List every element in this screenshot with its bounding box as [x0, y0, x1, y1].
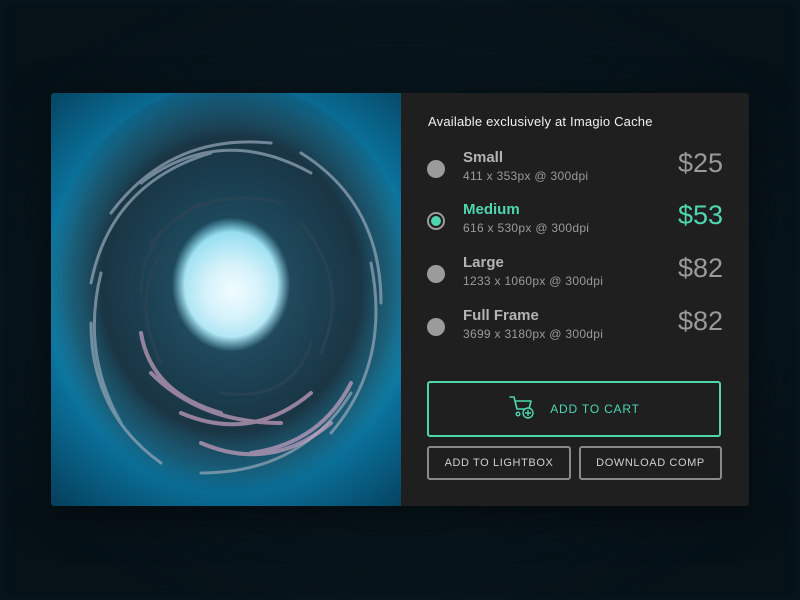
- availability-text: Available exclusively at Imagio Cache: [428, 114, 653, 129]
- option-price: $82: [677, 306, 723, 336]
- radio-button-selected[interactable]: [427, 212, 445, 230]
- size-option-large[interactable]: Large 1233 x 1060px @ 300dpi $82: [401, 253, 749, 297]
- product-card: Available exclusively at Imagio Cache Sm…: [51, 93, 749, 506]
- radio-button[interactable]: [427, 265, 445, 283]
- option-dimensions: 616 x 530px @ 300dpi: [463, 221, 590, 235]
- option-price: $53: [677, 200, 723, 230]
- purchase-panel: Available exclusively at Imagio Cache Sm…: [401, 93, 749, 506]
- size-option-small[interactable]: Small 411 x 353px @ 300dpi $25: [401, 148, 749, 192]
- add-to-cart-button[interactable]: ADD TO CART: [427, 381, 721, 437]
- option-price: $25: [677, 148, 723, 178]
- add-to-lightbox-button[interactable]: ADD TO LIGHTBOX: [427, 446, 571, 480]
- fish-vortex-image: [51, 93, 401, 503]
- size-option-full-frame[interactable]: Full Frame 3699 x 3180px @ 300dpi $82: [401, 306, 749, 350]
- option-name: Large: [463, 254, 504, 271]
- option-name: Medium: [463, 201, 520, 218]
- cart-add-icon: [508, 394, 536, 425]
- option-price: $82: [677, 253, 723, 283]
- option-dimensions: 3699 x 3180px @ 300dpi: [463, 327, 604, 341]
- option-dimensions: 1233 x 1060px @ 300dpi: [463, 274, 604, 288]
- download-comp-button[interactable]: DOWNLOAD COMP: [579, 446, 722, 480]
- radio-button[interactable]: [427, 318, 445, 336]
- option-name: Small: [463, 149, 504, 166]
- size-option-medium[interactable]: Medium 616 x 530px @ 300dpi $53: [401, 200, 749, 244]
- add-to-cart-label: ADD TO CART: [550, 402, 640, 416]
- product-photo: [51, 93, 401, 506]
- radio-button[interactable]: [427, 160, 445, 178]
- option-name: Full Frame: [463, 307, 539, 324]
- option-dimensions: 411 x 353px @ 300dpi: [463, 169, 589, 183]
